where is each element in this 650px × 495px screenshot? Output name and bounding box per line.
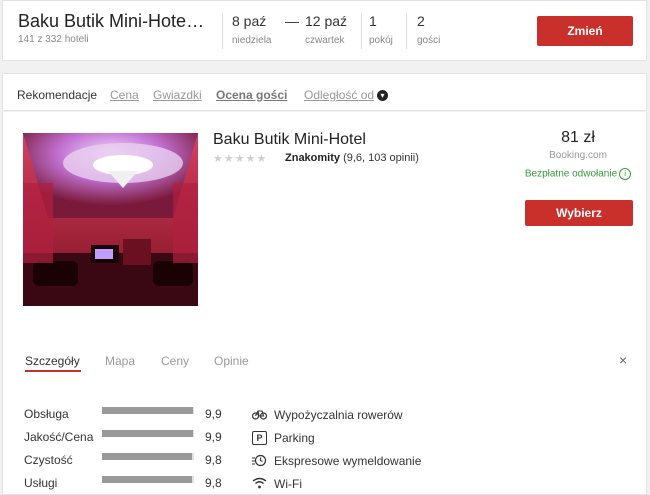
score-bar-fill bbox=[102, 476, 193, 483]
checkin-day: niedziela bbox=[232, 35, 272, 46]
rooms-count: 1 bbox=[369, 13, 377, 29]
divider bbox=[406, 13, 407, 49]
date-dash: — bbox=[285, 13, 299, 29]
rating-detail: (9,6, 103 opinii) bbox=[343, 152, 419, 164]
sort-distance[interactable]: Odległość od bbox=[304, 88, 374, 102]
tab-prices[interactable]: Ceny bbox=[161, 354, 189, 368]
guests-count: 2 bbox=[417, 13, 425, 29]
score-bar-fill bbox=[102, 407, 194, 414]
tab-map[interactable]: Mapa bbox=[105, 354, 135, 368]
guests-field[interactable]: 2 gości bbox=[417, 13, 440, 46]
checkin-field[interactable]: 8 paź niedziela bbox=[232, 13, 271, 46]
price-source: Booking.com bbox=[549, 150, 607, 161]
tab-reviews[interactable]: Opinie bbox=[214, 354, 249, 368]
express-checkout-icon bbox=[252, 454, 267, 468]
score-bar bbox=[102, 476, 194, 483]
score-value: 9,9 bbox=[205, 407, 222, 421]
chevron-down-icon[interactable]: ▾ bbox=[377, 90, 388, 101]
change-button[interactable]: Zmień bbox=[537, 16, 633, 46]
star-rating: ★★★★★ bbox=[213, 153, 268, 165]
rooms-label: pokój bbox=[369, 35, 393, 46]
info-icon[interactable]: i bbox=[619, 168, 632, 180]
bicycle-icon bbox=[251, 408, 268, 422]
select-button[interactable]: Wybierz bbox=[525, 200, 633, 226]
checkout-date: 12 paź bbox=[305, 13, 348, 29]
score-label: Usługi bbox=[24, 476, 58, 490]
score-bar-fill bbox=[102, 453, 193, 460]
parking-icon: P bbox=[252, 431, 267, 445]
tab-underline bbox=[25, 370, 81, 372]
free-cancellation: Bezpłatne odwołanie i bbox=[523, 168, 633, 180]
checkout-day: czwartek bbox=[305, 35, 345, 46]
score-value: 9,8 bbox=[205, 453, 222, 467]
guests-label: gości bbox=[417, 35, 441, 46]
score-label: Obsługa bbox=[24, 407, 69, 421]
sort-stars[interactable]: Gwiazdki bbox=[153, 88, 202, 102]
free-cancellation-text: Bezpłatne odwołanie bbox=[524, 168, 618, 180]
score-bar-fill bbox=[102, 430, 194, 437]
hotel-count: 141 z 332 hoteli bbox=[18, 34, 89, 45]
amenity-label: Wi-Fi bbox=[274, 477, 302, 491]
sort-guest-rating[interactable]: Ocena gości bbox=[216, 88, 287, 102]
hotel-card: Baku Butik Mini-Hotel ★★★★★ Znakomity (9… bbox=[2, 112, 647, 495]
amenity-label: Wypożyczalnia rowerów bbox=[274, 408, 403, 422]
rating-word: Znakomity bbox=[285, 152, 341, 164]
score-value: 9,8 bbox=[205, 476, 222, 490]
price: 81 zł bbox=[561, 129, 595, 146]
amenity-label: Ekspresowe wymeldowanie bbox=[274, 454, 422, 468]
wifi-icon bbox=[252, 477, 267, 491]
score-label: Czystość bbox=[24, 453, 73, 467]
divider bbox=[361, 13, 362, 49]
divider bbox=[222, 13, 223, 49]
guest-rating: Znakomity (9,6, 103 opinii) bbox=[285, 152, 419, 164]
close-icon[interactable]: × bbox=[619, 352, 627, 368]
hotel-photo[interactable] bbox=[23, 133, 198, 306]
score-value: 9,9 bbox=[205, 430, 222, 444]
score-bar bbox=[102, 453, 194, 460]
sort-label: Rekomendacje bbox=[17, 88, 98, 102]
score-bar bbox=[102, 430, 194, 437]
search-summary-bar: Baku Butik Mini-Hote… 141 z 332 hoteli 8… bbox=[2, 0, 647, 61]
tab-details[interactable]: Szczegóły bbox=[25, 354, 80, 368]
rooms-field[interactable]: 1 pokój bbox=[369, 13, 393, 46]
checkin-date: 8 paź bbox=[232, 13, 267, 29]
hotel-name-header: Baku Butik Mini-Hote… bbox=[18, 11, 205, 31]
checkout-field[interactable]: 12 paź czwartek bbox=[305, 13, 347, 46]
amenity-label: Parking bbox=[274, 431, 315, 445]
sort-price[interactable]: Cena bbox=[110, 88, 139, 102]
score-bar bbox=[102, 407, 194, 414]
score-label: Jakość/Cena bbox=[24, 430, 94, 444]
sort-bar: Rekomendacje Cena Gwiazdki Ocena gości O… bbox=[2, 73, 647, 111]
hotel-title[interactable]: Baku Butik Mini-Hotel bbox=[213, 131, 366, 149]
